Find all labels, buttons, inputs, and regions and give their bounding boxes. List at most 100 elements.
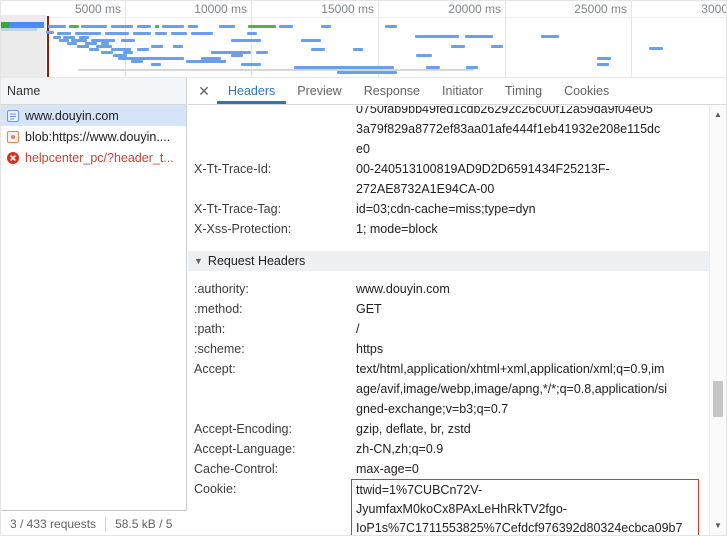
close-icon[interactable]: ✕ <box>191 78 217 104</box>
waterfall-bar <box>133 32 151 35</box>
scrollbar-thumb[interactable] <box>713 381 723 417</box>
header-value-line: 1; mode=block <box>356 219 705 239</box>
error-icon <box>6 151 20 165</box>
ruler-divider <box>1 17 727 18</box>
waterfall-bar <box>241 63 261 66</box>
waterfall-bar <box>137 48 149 51</box>
waterfall-bar <box>256 51 268 54</box>
header-value-line: id=03;cdn-cache=miss;type=dyn <box>356 199 705 219</box>
header-value: text/html,application/xhtml+xml,applicat… <box>356 359 709 419</box>
document-icon <box>6 109 20 123</box>
tab-timing[interactable]: Timing <box>494 78 553 104</box>
timeline-tick-label: 25000 ms <box>543 2 627 16</box>
waterfall-bar <box>155 32 167 35</box>
waterfall-bar <box>247 32 257 35</box>
header-value-line: zh-CN,zh;q=0.9 <box>356 439 705 459</box>
header-value: 1; mode=block <box>356 219 709 239</box>
header-row: :scheme:https <box>188 339 709 359</box>
request-name-label: blob:https://www.douyin.... <box>25 130 170 144</box>
header-value: www.douyin.com <box>356 279 709 299</box>
waterfall-bar <box>248 25 276 28</box>
request-row[interactable]: blob:https://www.douyin.... <box>1 126 186 147</box>
header-value-line: 272AE8732A1E94CA-00 <box>356 179 705 199</box>
waterfall-bar <box>191 32 213 35</box>
details-tab-bar: ✕ HeadersPreviewResponseInitiatorTimingC… <box>188 78 726 105</box>
request-row[interactable]: www.douyin.com <box>1 105 186 126</box>
header-row: X-Tt-Trace-Id:00-240513100819AD9D2D65914… <box>188 159 709 199</box>
waterfall-bar <box>173 45 183 48</box>
waterfall-bar <box>279 25 293 28</box>
waterfall-bar <box>89 48 99 51</box>
waterfall-bar <box>162 25 184 28</box>
waterfall-bar <box>155 25 159 28</box>
waterfall-bar <box>597 57 611 60</box>
header-value-line: 0750fab9bb49fed1cdb26292c26c00f12a59da9f… <box>356 106 705 119</box>
waterfall-bar <box>231 39 261 42</box>
waterfall-bar <box>75 32 101 35</box>
header-value-line: e0 <box>356 139 705 159</box>
waterfall-bar <box>337 71 397 74</box>
waterfall-bar <box>465 35 493 38</box>
waterfall-bar <box>451 45 465 48</box>
network-overview[interactable]: 5000 ms10000 ms15000 ms20000 ms25000 ms3… <box>1 1 727 78</box>
header-name: X-Xss-Protection: <box>188 219 356 239</box>
waterfall-bar <box>105 32 129 35</box>
waterfall-bar <box>466 66 478 69</box>
waterfall-bar <box>219 25 235 28</box>
header-row: Cookie:ttwid=1%7CUBCn72V-JyumfaxM0koCx8P… <box>188 479 709 535</box>
header-name: X-Tt-Trace-Tag: <box>188 199 356 219</box>
waterfall-bar <box>188 25 198 28</box>
header-value: GET <box>356 299 709 319</box>
waterfall-bar <box>137 25 151 28</box>
tab-cookies[interactable]: Cookies <box>553 78 620 104</box>
header-value-line: IoP1s%7C1711553825%7Cefdcf976392d80324ec… <box>356 519 692 535</box>
request-headers-section[interactable]: ▼Request Headers <box>188 251 709 271</box>
waterfall-bar <box>385 25 397 28</box>
header-value-line: ttwid=1%7CUBCn72V- <box>356 481 692 500</box>
scroll-down-icon[interactable]: ▼ <box>710 518 726 534</box>
waterfall-bar <box>69 25 79 28</box>
waterfall-bar <box>294 66 394 69</box>
waterfall-bar <box>231 54 243 57</box>
waterfall-bar <box>311 48 325 51</box>
tab-response[interactable]: Response <box>353 78 431 104</box>
header-value: id=03;cdn-cache=miss;type=dyn <box>356 199 709 219</box>
devtools-network-panel: 5000 ms10000 ms15000 ms20000 ms25000 ms3… <box>0 0 727 536</box>
tab-headers[interactable]: Headers <box>217 78 286 104</box>
header-value-line: gzip, deflate, br, zstd <box>356 419 705 439</box>
tab-preview[interactable]: Preview <box>286 78 352 104</box>
header-name: Accept-Encoding: <box>188 419 356 439</box>
waterfall-bar <box>171 32 187 35</box>
request-list-panel: Name www.douyin.com blob:https://www.douy… <box>1 78 187 536</box>
waterfall-bar <box>77 45 89 48</box>
header-value-line: https <box>356 339 705 359</box>
header-name: :method: <box>188 299 356 319</box>
header-value-line: max-age=0 <box>356 459 705 479</box>
request-details-panel: ✕ HeadersPreviewResponseInitiatorTimingC… <box>188 78 726 535</box>
waterfall-bar <box>151 45 163 48</box>
header-value-line: www.douyin.com <box>356 279 705 299</box>
header-row: :path:/ <box>188 319 709 339</box>
header-value: max-age=0 <box>356 459 709 479</box>
tab-initiator[interactable]: Initiator <box>431 78 494 104</box>
scroll-up-icon[interactable]: ▲ <box>710 107 726 123</box>
waterfall-bar <box>416 54 432 57</box>
waterfall-bar <box>131 60 143 63</box>
header-name: Accept: <box>188 359 356 419</box>
header-row: Accept-Encoding:gzip, deflate, br, zstd <box>188 419 709 439</box>
header-value-line: age/avif,image/webp,image/apng,*/*;q=0.8… <box>356 379 705 399</box>
waterfall-bar <box>101 51 113 54</box>
column-header-name[interactable]: Name <box>1 78 186 105</box>
timeline-tick-label: 10000 ms <box>163 2 247 16</box>
waterfall-bar <box>541 35 559 38</box>
header-row: :method:GET <box>188 299 709 319</box>
request-row[interactable]: helpcenter_pc/?header_t... <box>1 147 186 168</box>
waterfall-bar <box>67 42 77 45</box>
media-icon <box>6 130 20 144</box>
request-name-label: helpcenter_pc/?header_t... <box>25 151 174 165</box>
vertical-scrollbar[interactable]: ▲ ▼ <box>709 106 726 535</box>
timeline-tick-label: 15000 ms <box>290 2 374 16</box>
header-row: :authority:www.douyin.com <box>188 279 709 299</box>
header-value-line: gned-exchange;v=b3;q=0.7 <box>356 399 705 419</box>
header-row: Cache-Control:max-age=0 <box>188 459 709 479</box>
